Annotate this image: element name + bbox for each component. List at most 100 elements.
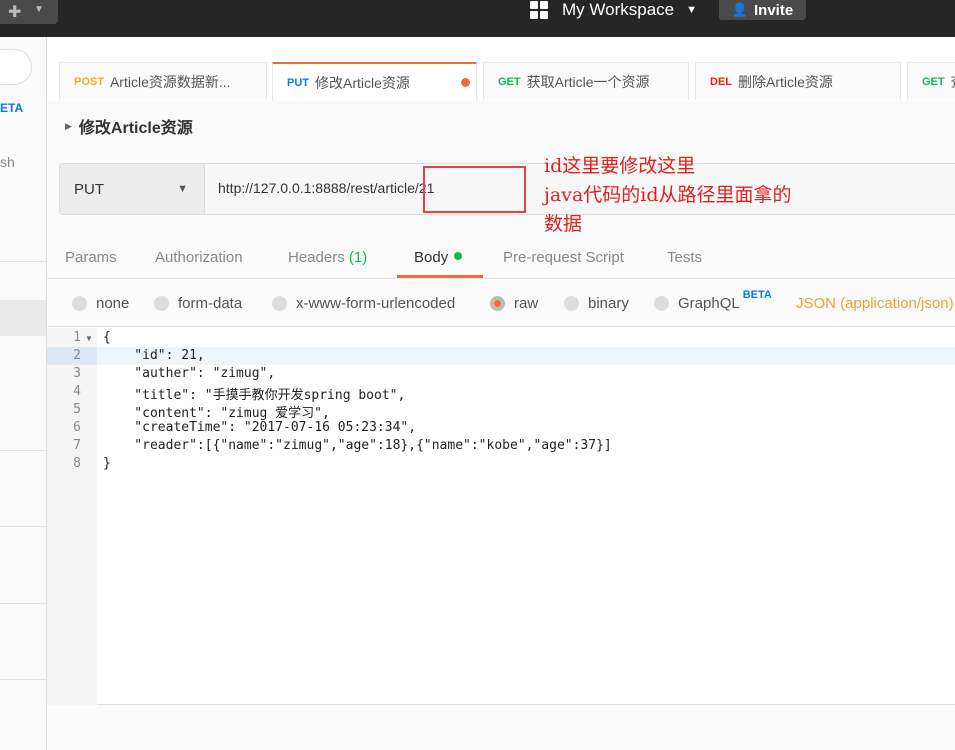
expand-triangle-icon: ▶ — [65, 120, 72, 131]
radio-binary-label: binary — [588, 295, 629, 312]
code-line: "id": 21, — [103, 348, 205, 363]
line-number: 4 — [73, 384, 81, 399]
graphql-beta-badge: BETA — [742, 288, 772, 301]
sidebar: ETA sh — [0, 37, 47, 750]
radio-icon — [154, 296, 169, 311]
code-line: } — [103, 456, 111, 471]
sidebar-divider — [0, 679, 46, 680]
annotation-line: id这里要修改这里 — [544, 155, 696, 177]
tab-request[interactable]: DEL 删除Article资源 — [695, 62, 901, 100]
annotation-line: 数据 — [544, 213, 583, 235]
chevron-down-icon: ▼ — [686, 4, 697, 16]
line-number: 5 — [73, 402, 81, 417]
annotation-text: id这里要修改这里 java代码的id从路径里面拿的 数据 — [544, 152, 792, 239]
radio-graphql[interactable]: GraphQL BETA — [654, 289, 772, 312]
tab-label: 查 — [951, 72, 955, 92]
tab-method: DEL — [710, 75, 732, 88]
radio-urlencoded[interactable]: x-www-form-urlencoded — [272, 295, 455, 312]
fold-arrow-icon[interactable]: ▼ — [85, 334, 93, 343]
chevron-down-icon: ▼ — [177, 183, 188, 195]
highlight-box — [423, 166, 526, 213]
radio-raw[interactable]: raw — [490, 295, 538, 312]
code-line: "reader":[{"name":"zimug","age":18},{"na… — [103, 438, 612, 453]
sidebar-search-input[interactable] — [0, 49, 32, 85]
body-type-options: none form-data x-www-form-urlencoded raw… — [47, 281, 955, 327]
unsaved-dot-icon — [461, 78, 470, 87]
top-bar: ✚ ▼ My Workspace ▼ 👤 Invite — [0, 0, 955, 37]
tab-authorization[interactable]: Authorization — [155, 249, 243, 266]
request-title-text: 修改Article资源 — [78, 120, 193, 137]
tab-method: GET — [922, 75, 945, 88]
radio-icon — [72, 296, 87, 311]
invite-label: Invite — [754, 1, 794, 19]
tab-request[interactable]: GET 获取Article一个资源 — [483, 62, 689, 100]
tab-body-label: Body — [414, 249, 449, 266]
invite-button[interactable]: 👤 Invite — [719, 0, 806, 20]
line-number: 7 — [73, 438, 81, 453]
new-plus-icon: ✚ — [8, 4, 22, 21]
code-line: "content": "zimug 爱学习", — [103, 406, 330, 421]
new-button[interactable]: ✚ ▼ — [0, 0, 58, 24]
radio-selected-icon — [490, 296, 505, 311]
radio-graphql-label: GraphQL — [678, 295, 740, 312]
code-line: "auther": "zimug", — [103, 366, 276, 381]
workspace-name: My Workspace — [562, 0, 675, 19]
radio-form-data-label: form-data — [178, 295, 243, 312]
code-line: "createTime": "2017-07-16 05:23:34", — [103, 420, 417, 435]
radio-none-label: none — [96, 295, 130, 312]
radio-none[interactable]: none — [72, 295, 129, 312]
tab-method: GET — [498, 75, 521, 88]
tab-method: POST — [74, 75, 104, 88]
tab-label: 修改Article资源 — [315, 74, 410, 91]
body-code-editor[interactable]: 1 ▼ 2 3 4 5 6 7 8 { "id": 21, "auther": … — [47, 328, 955, 705]
radio-urlencoded-label: x-www-form-urlencoded — [296, 295, 456, 312]
body-status-dot-icon — [454, 252, 463, 260]
line-number: 8 — [73, 456, 81, 471]
sidebar-item-selected[interactable] — [0, 300, 46, 336]
method-select[interactable]: PUT ▼ — [60, 164, 205, 214]
headers-count: (1) — [348, 249, 368, 266]
workspace-switcher[interactable]: My Workspace ▼ — [530, 0, 697, 20]
sidebar-divider — [0, 261, 46, 262]
line-number: 6 — [73, 420, 81, 435]
content-type-dropdown[interactable]: JSON (application/json) — [796, 295, 954, 312]
sidebar-divider — [0, 526, 46, 527]
workspace-grid-icon — [530, 1, 548, 19]
active-tab-indicator — [397, 275, 483, 278]
radio-raw-label: raw — [514, 295, 539, 312]
code-line: { — [103, 330, 111, 345]
tab-tests[interactable]: Tests — [667, 249, 702, 266]
tab-request-active[interactable]: PUT 修改Article资源 — [272, 62, 477, 101]
tab-label: 获取Article一个资源 — [526, 73, 650, 90]
tab-body[interactable]: Body — [414, 249, 463, 266]
url-input[interactable]: http://127.0.0.1:8888/rest/article/21 — [218, 180, 434, 196]
method-value: PUT — [74, 180, 104, 198]
line-number: 2 — [73, 348, 81, 363]
tab-request[interactable]: GET 查 — [907, 62, 955, 100]
radio-icon — [654, 296, 669, 311]
tab-label: Article资源数据新... — [109, 73, 231, 90]
code-line: "title": "手摸手教你开发spring boot", — [103, 388, 406, 403]
tab-params[interactable]: Params — [65, 249, 117, 266]
line-number: 1 — [73, 330, 81, 345]
radio-form-data[interactable]: form-data — [154, 295, 242, 312]
sidebar-divider — [0, 450, 46, 451]
chevron-down-icon: ▼ — [34, 4, 44, 15]
tab-request[interactable]: POST Article资源数据新... — [59, 62, 267, 100]
sidebar-divider — [0, 603, 46, 604]
sidebar-beta-badge: ETA — [0, 101, 24, 115]
tab-prerequest-script[interactable]: Pre-request Script — [503, 249, 624, 266]
line-number: 3 — [73, 366, 81, 381]
annotation-line: java代码的id从路径里面拿的 — [544, 184, 792, 206]
radio-binary[interactable]: binary — [564, 295, 629, 312]
add-user-icon: 👤 — [731, 2, 748, 17]
tab-method: PUT — [287, 76, 309, 89]
tab-headers-label: Headers — [288, 249, 345, 266]
request-subtabs: Params Authorization Headers (1) Body Pr… — [47, 241, 955, 279]
request-tabs: POST Article资源数据新... PUT 修改Article资源 GET… — [47, 37, 955, 101]
tab-headers[interactable]: Headers (1) — [288, 249, 367, 266]
sidebar-trash-link[interactable]: sh — [0, 154, 15, 170]
request-title[interactable]: ▶ 修改Article资源 — [65, 114, 193, 138]
radio-icon — [272, 296, 287, 311]
radio-icon — [564, 296, 579, 311]
